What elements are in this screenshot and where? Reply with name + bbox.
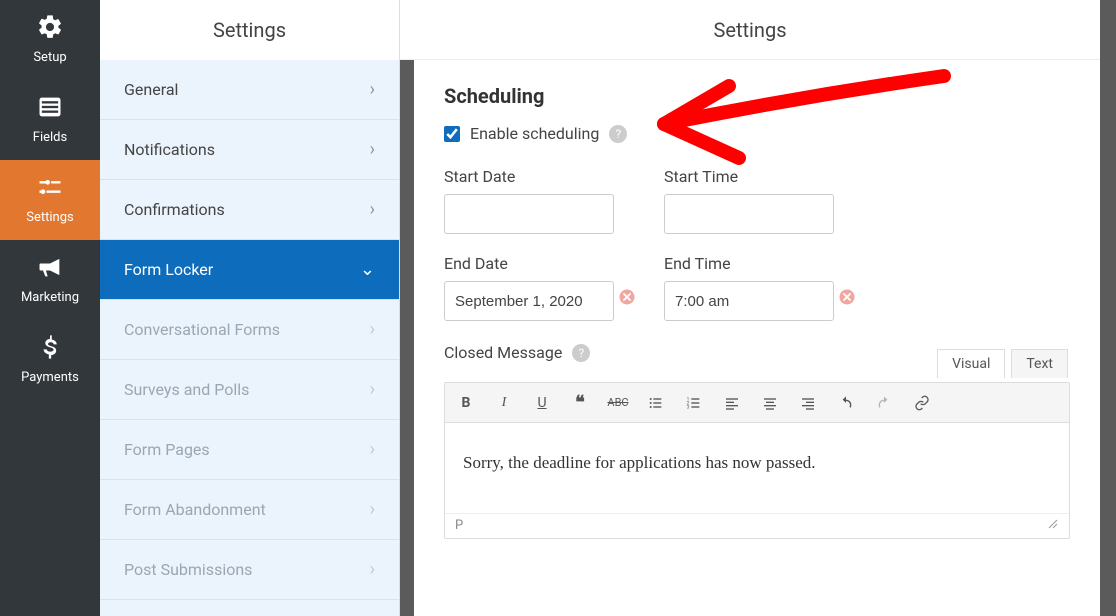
scheduling-section: Scheduling Enable scheduling ? Start Dat… — [414, 60, 1100, 616]
tab-visual[interactable]: Visual — [937, 349, 1005, 378]
link-button[interactable] — [913, 395, 931, 411]
sidebar-item-label: Conversational Forms — [124, 320, 280, 339]
blockquote-button[interactable]: ❝ — [571, 392, 589, 413]
start-time-input[interactable] — [664, 194, 834, 234]
bulleted-list-button[interactable] — [647, 395, 665, 411]
italic-button[interactable]: I — [495, 395, 513, 411]
sidebar-item-label: Notifications — [124, 140, 215, 159]
redo-button[interactable] — [875, 395, 893, 411]
enable-scheduling-label: Enable scheduling — [470, 124, 599, 143]
right-edge-frame — [1100, 0, 1116, 616]
chevron-right-icon: › — [370, 439, 375, 460]
sidebar-item-surveys-polls[interactable]: Surveys and Polls › — [100, 360, 399, 420]
sidebar-item-label: Form Abandonment — [124, 500, 266, 519]
list-icon — [36, 96, 64, 124]
rail-item-marketing[interactable]: Marketing — [0, 240, 100, 320]
gear-icon — [36, 16, 64, 44]
rail-label: Setup — [33, 50, 66, 65]
sidebar-item-label: Form Pages — [124, 440, 210, 459]
start-time-group: Start Time — [664, 167, 864, 234]
end-date-group: End Date — [444, 254, 644, 321]
sidebar-item-conversational-forms[interactable]: Conversational Forms › — [100, 300, 399, 360]
closed-message-label: Closed Message — [444, 343, 562, 362]
sidebar-item-confirmations[interactable]: Confirmations › — [100, 180, 399, 240]
chevron-right-icon: › — [370, 379, 375, 400]
page-title: Settings — [100, 0, 399, 60]
end-date-label: End Date — [444, 254, 644, 273]
chevron-right-icon: › — [370, 79, 375, 100]
enable-scheduling-checkbox[interactable] — [444, 126, 460, 142]
sidebar-item-form-pages[interactable]: Form Pages › — [100, 420, 399, 480]
help-icon[interactable]: ? — [572, 344, 590, 362]
dollar-icon — [36, 336, 64, 364]
rail-item-setup[interactable]: Setup — [0, 0, 100, 80]
resize-handle[interactable] — [1047, 518, 1059, 534]
sliders-icon — [36, 176, 64, 204]
rail-label: Marketing — [21, 290, 79, 305]
chevron-down-icon: ⌄ — [360, 259, 375, 280]
chevron-right-icon: › — [370, 559, 375, 580]
rail-label: Fields — [33, 130, 67, 145]
help-icon[interactable]: ? — [609, 125, 627, 143]
content-header-title: Settings — [713, 18, 786, 42]
left-rail: Setup Fields Settings Marketing Payments — [0, 0, 100, 616]
start-date-label: Start Date — [444, 167, 644, 186]
align-right-button[interactable] — [799, 395, 817, 411]
chevron-right-icon: › — [370, 139, 375, 160]
sidebar-item-form-abandonment[interactable]: Form Abandonment › — [100, 480, 399, 540]
sidebar-item-label: Surveys and Polls — [124, 380, 249, 399]
chevron-right-icon: › — [370, 499, 375, 520]
end-date-input[interactable] — [444, 281, 614, 321]
end-time-input[interactable] — [664, 281, 834, 321]
undo-button[interactable] — [837, 395, 855, 411]
sidebar-item-notifications[interactable]: Notifications › — [100, 120, 399, 180]
sidebar-item-general[interactable]: General › — [100, 60, 399, 120]
section-title: Scheduling — [444, 84, 1070, 108]
bold-button[interactable]: B — [457, 395, 475, 411]
start-date-group: Start Date — [444, 167, 644, 234]
bullhorn-icon — [36, 256, 64, 284]
tab-text[interactable]: Text — [1011, 349, 1068, 378]
sidebar-item-label: Post Submissions — [124, 560, 252, 579]
sidebar-item-form-locker[interactable]: Form Locker ⌄ — [100, 240, 399, 300]
start-time-label: Start Time — [664, 167, 864, 186]
svg-text:3: 3 — [687, 404, 690, 410]
start-date-input[interactable] — [444, 194, 614, 234]
rail-item-payments[interactable]: Payments — [0, 320, 100, 400]
chevron-right-icon: › — [370, 319, 375, 340]
strikethrough-button[interactable]: ABC — [609, 396, 627, 409]
editor-tabs: Visual Text — [937, 349, 1068, 378]
rail-item-settings[interactable]: Settings — [0, 160, 100, 240]
end-time-label: End Time — [664, 254, 864, 273]
editor-path-indicator: P — [455, 518, 463, 534]
editor-toolbar: B I U ❝ ABC 123 — [445, 383, 1069, 423]
panel-divider — [400, 60, 414, 616]
numbered-list-button[interactable]: 123 — [685, 395, 703, 411]
underline-button[interactable]: U — [533, 395, 551, 411]
clear-end-time-icon[interactable] — [838, 288, 856, 306]
sidebar-item-label: General — [124, 80, 178, 99]
sidebar-item-label: Form Locker — [124, 260, 213, 279]
rich-text-editor: B I U ❝ ABC 123 Sorry, the deadline for … — [444, 382, 1070, 539]
rail-label: Settings — [26, 210, 73, 225]
sidebar-item-post-submissions[interactable]: Post Submissions › — [100, 540, 399, 600]
settings-submenu: Settings General › Notifications › Confi… — [100, 0, 400, 616]
rail-label: Payments — [21, 370, 79, 385]
chevron-right-icon: › — [370, 199, 375, 220]
rail-item-fields[interactable]: Fields — [0, 80, 100, 160]
align-left-button[interactable] — [723, 395, 741, 411]
editor-content[interactable]: Sorry, the deadline for applications has… — [445, 423, 1069, 513]
align-center-button[interactable] — [761, 395, 779, 411]
end-time-group: End Time — [664, 254, 864, 321]
clear-end-date-icon[interactable] — [618, 288, 636, 306]
content-header: Settings — [400, 0, 1100, 60]
sidebar-item-label: Confirmations — [124, 200, 225, 219]
